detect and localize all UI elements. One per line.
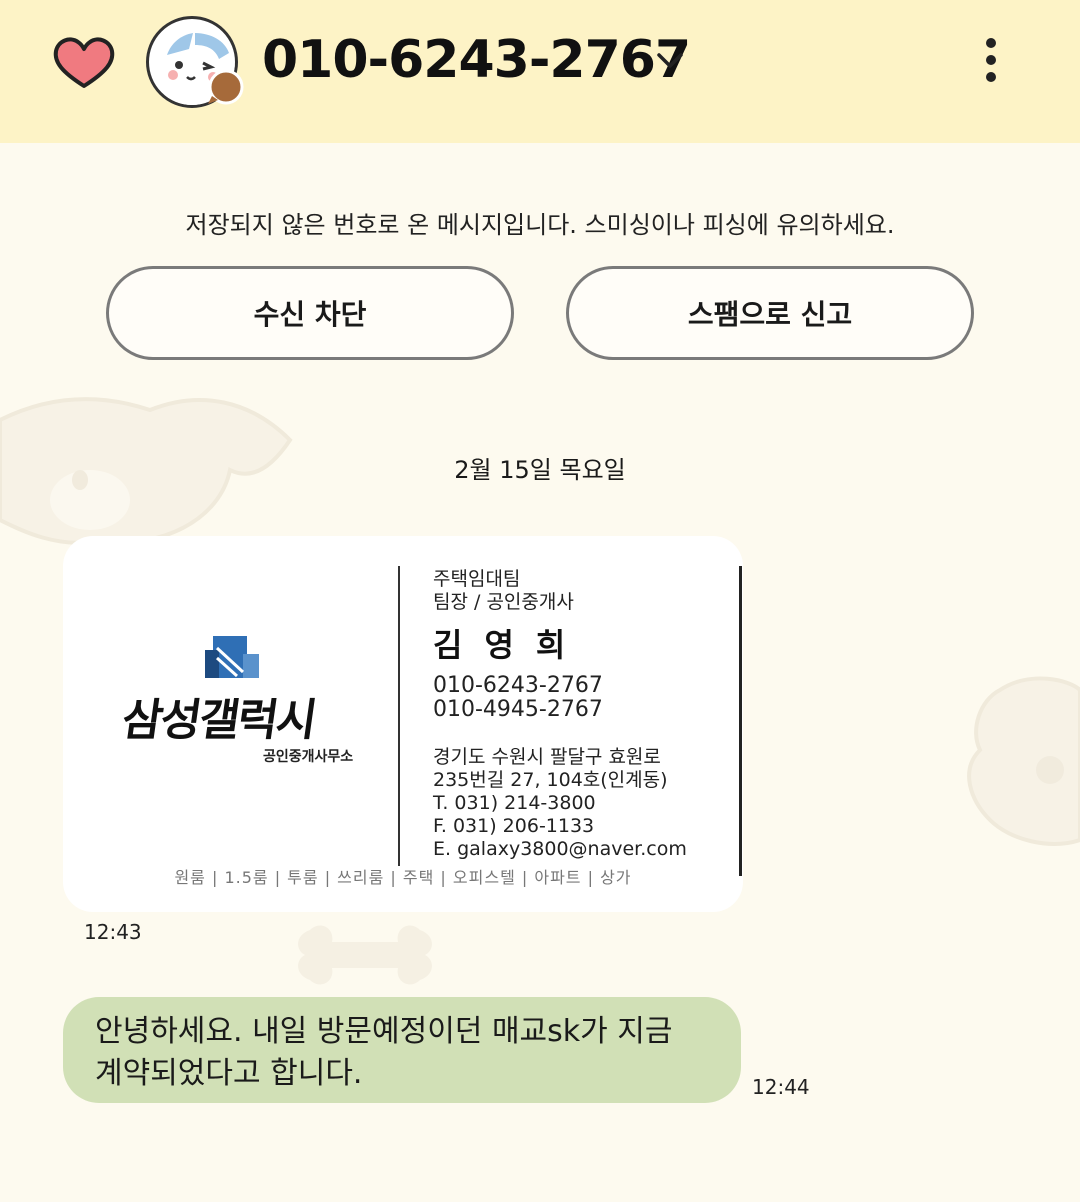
card-logo-text: 삼성갤럭시: [118, 695, 319, 746]
card-tel: T. 031) 214-3800: [433, 792, 596, 814]
card-info: 주택임대팀 팀장 / 공인중개사 김영희 010-6243-2767 010-4…: [433, 568, 687, 861]
card-name: 김영희: [433, 626, 588, 664]
card-phone-2: 010-4945-2767: [433, 697, 603, 722]
heart-icon[interactable]: [52, 34, 116, 90]
puppy-wallpaper-icon: [967, 676, 1080, 846]
message-time: 12:44: [752, 1075, 810, 1099]
message-text-line: 안녕하세요. 내일 방문예정이던 매교sk가 지금: [95, 1014, 673, 1049]
date-separator: 2월 15일 목요일: [454, 456, 626, 484]
card-email: E. galaxy3800@naver.com: [433, 838, 687, 860]
more-vertical-icon[interactable]: [976, 36, 1006, 86]
message-time: 12:43: [84, 920, 142, 944]
message-bubble[interactable]: 안녕하세요. 내일 방문예정이던 매교sk가 지금 계약되었다고 합니다.: [63, 997, 741, 1103]
bone-wallpaper-icon: [298, 925, 432, 985]
chat-bubble-badge-icon: [208, 70, 244, 105]
report-spam-button[interactable]: 스팸으로 신고: [566, 266, 974, 360]
unknown-number-warning: 저장되지 않은 번호로 온 메시지입니다. 스미싱이나 피싱에 유의하세요.: [185, 211, 895, 239]
card-phone-1: 010-6243-2767: [433, 673, 603, 698]
card-footer: 원룸 | 1.5룸 | 투룸 | 쓰리룸 | 주택 | 오피스텔 | 아파트 |…: [174, 868, 632, 887]
building-logo-icon: [205, 636, 259, 678]
card-fax: F. 031) 206-1133: [433, 815, 595, 837]
card-address-1: 경기도 수원시 팔달구 효원로: [433, 746, 661, 768]
chat-header: 010-6243-2767: [0, 0, 1080, 143]
card-title: 팀장 / 공인중개사: [433, 591, 574, 613]
block-button[interactable]: 수신 차단: [106, 266, 514, 360]
card-edge: [739, 566, 742, 876]
card-address-2: 235번길 27, 104호(인계동): [433, 769, 668, 791]
message-text-line: 계약되었다고 합니다.: [95, 1056, 363, 1091]
business-card-image[interactable]: 삼성갤럭시 공인중개사무소 주택임대팀 팀장 / 공인중개사 김영희 010-6…: [63, 536, 743, 912]
contact-name[interactable]: 010-6243-2767: [262, 30, 691, 90]
chevron-down-icon[interactable]: [654, 46, 686, 74]
card-divider: [398, 566, 400, 866]
card-logo-subtitle: 공인중개사무소: [263, 749, 354, 765]
card-team: 주택임대팀: [433, 568, 521, 590]
